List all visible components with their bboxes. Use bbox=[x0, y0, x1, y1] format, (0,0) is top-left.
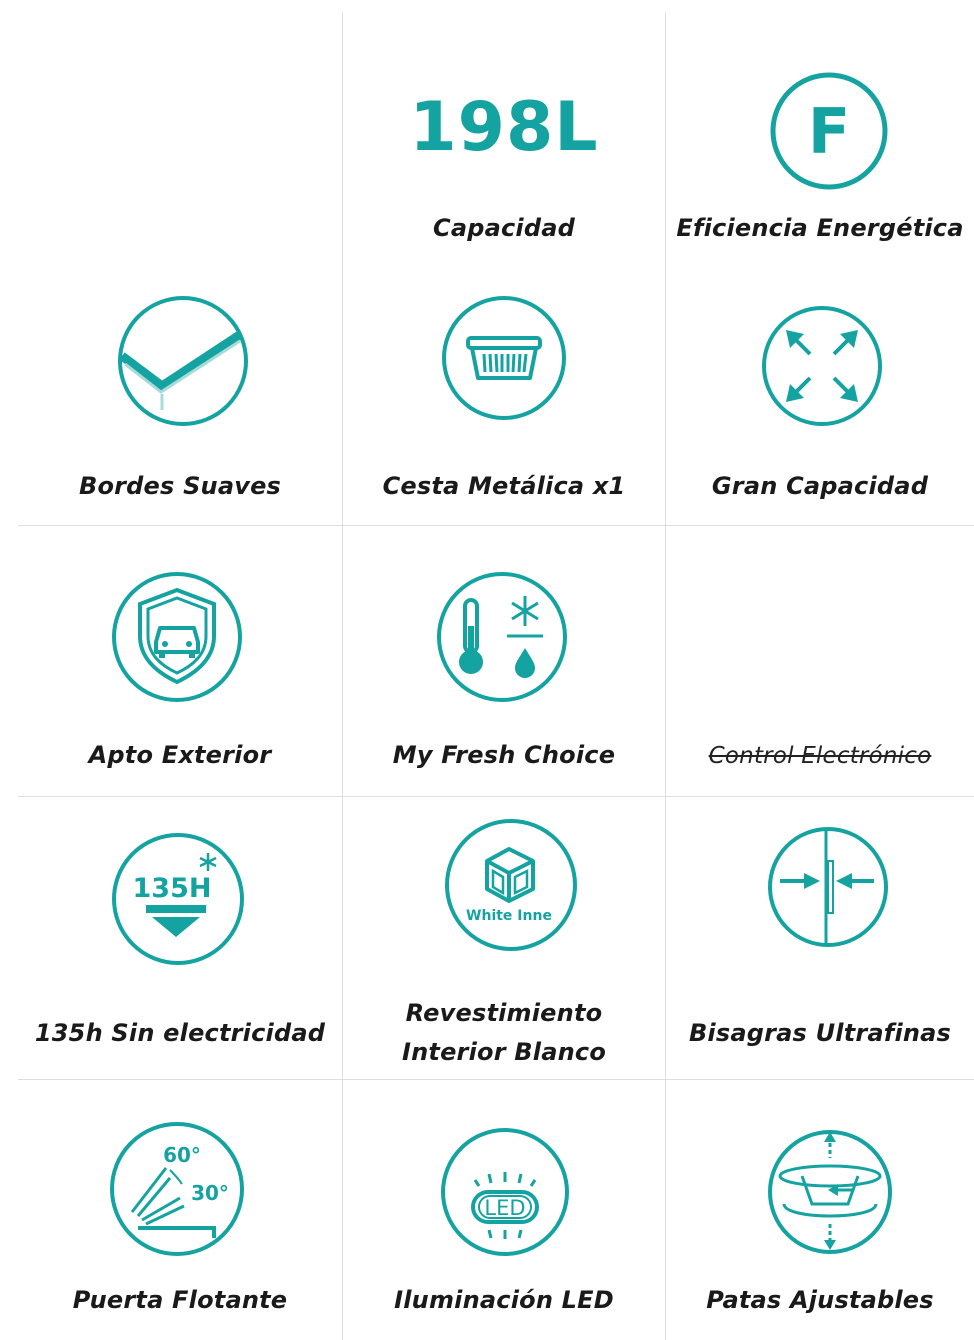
legs-cell: Patas Ajustables bbox=[666, 1080, 974, 1340]
hinges-label: Bisagras Ultrafinas bbox=[688, 1019, 952, 1047]
electronic-control-label: Control Electrónico bbox=[708, 743, 932, 769]
capacity-label: Capacidad bbox=[433, 214, 575, 242]
soft-edges-icon bbox=[118, 296, 248, 426]
capacity-cell: 198L Capacidad bbox=[343, 0, 665, 270]
svg-text:White Inne: White Inne bbox=[466, 908, 552, 924]
outdoor-cell: Apto Exterior bbox=[18, 526, 342, 796]
svg-text:LED: LED bbox=[484, 1196, 525, 1220]
outdoor-label: Apto Exterior bbox=[88, 741, 272, 769]
led-label: Iluminación LED bbox=[394, 1286, 614, 1314]
fresh-choice-cell: My Fresh Choice bbox=[343, 526, 665, 796]
legs-label: Patas Ajustables bbox=[706, 1286, 934, 1314]
big-capacity-label: Gran Capacidad bbox=[711, 472, 929, 500]
135h-icon: 135H bbox=[112, 833, 244, 965]
hours-cell: 135H 135h Sin electricidad bbox=[18, 797, 342, 1079]
svg-text:60°: 60° bbox=[163, 1143, 201, 1167]
metal-basket-icon bbox=[442, 296, 566, 420]
floating-door-icon: 60° 30° bbox=[110, 1122, 244, 1256]
efficiency-label: Eficiencia Energética bbox=[676, 214, 964, 242]
hours-label: 135h Sin electricidad bbox=[34, 1019, 326, 1047]
svg-text:30°: 30° bbox=[191, 1181, 229, 1205]
big-capacity-cell: Gran Capacidad bbox=[666, 270, 974, 525]
basket-cell: Cesta Metálica x1 bbox=[343, 270, 665, 525]
shield-car-icon bbox=[112, 572, 242, 702]
white-interior-label-line2: Interior Blanco bbox=[401, 1038, 607, 1066]
efficiency-cell: F Eficiencia Energética bbox=[666, 0, 974, 270]
led-cell: LED Iluminación LED bbox=[343, 1080, 665, 1340]
expand-arrows-icon bbox=[762, 306, 882, 426]
floating-door-cell: 60° 30° Puerta Flotante bbox=[18, 1080, 342, 1340]
capacity-value: 198L bbox=[409, 88, 599, 167]
electronic-control-cell: Control Electrónico bbox=[666, 526, 974, 796]
soft-edges-cell: Bordes Suaves bbox=[18, 270, 342, 525]
led-light-icon: LED bbox=[441, 1128, 569, 1256]
floating-door-label: Puerta Flotante bbox=[72, 1286, 288, 1314]
white-inner-cube-icon: White Inne bbox=[445, 819, 577, 951]
thermometer-snowflake-icon bbox=[437, 572, 567, 702]
white-interior-cell: White Inne Revestimiento Interior Blanco bbox=[343, 797, 665, 1079]
svg-text:135H: 135H bbox=[133, 873, 212, 904]
energy-class-icon: F bbox=[770, 72, 888, 190]
white-interior-label-line1: Revestimiento bbox=[405, 999, 603, 1027]
svg-text:F: F bbox=[808, 95, 850, 168]
fresh-choice-label: My Fresh Choice bbox=[392, 741, 616, 769]
soft-edges-label: Bordes Suaves bbox=[78, 472, 282, 500]
adjustable-legs-icon bbox=[768, 1130, 892, 1254]
basket-label: Cesta Metálica x1 bbox=[382, 472, 626, 500]
ultrathin-hinge-icon bbox=[768, 827, 888, 947]
hinges-cell: Bisagras Ultrafinas bbox=[666, 797, 974, 1079]
